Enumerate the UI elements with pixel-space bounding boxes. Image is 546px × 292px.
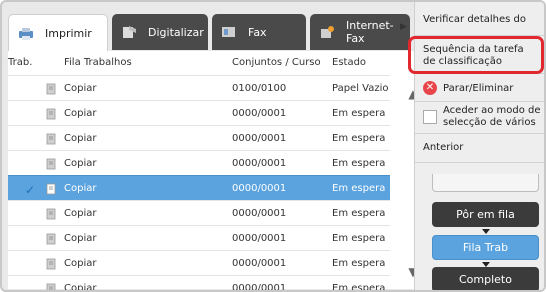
menu-item-label: selecção de vários	[443, 117, 536, 128]
checkbox-icon	[423, 110, 437, 124]
copy-job-icon	[46, 208, 56, 220]
hidden-button	[432, 174, 539, 192]
menu-collapse-icon[interactable]: ▶	[400, 22, 407, 32]
job-sets: 0000/0001	[232, 108, 287, 119]
col-header-status: Estado	[332, 57, 367, 68]
check-icon: ✓	[25, 183, 36, 197]
copy-job-icon	[46, 133, 56, 145]
job-sets: 0000/0001	[232, 183, 287, 194]
copy-job-icon	[46, 233, 56, 245]
tab-label: Digitalizar	[148, 25, 204, 39]
job-sets: 0000/0001	[232, 283, 287, 292]
job-name: Copiar	[64, 208, 97, 219]
job-name: Copiar	[64, 258, 97, 269]
job-status: Em espera	[332, 183, 386, 194]
job-sets: 0000/0001	[232, 158, 287, 169]
job-status-screen: Imprimir Digitalizar Fax Internet-Fax ▶ …	[0, 0, 546, 292]
job-status: Papel Vazio	[332, 83, 389, 94]
table-row[interactable]: Copiar 0000/0001 Em espera	[8, 250, 390, 275]
tab-print[interactable]: Imprimir	[8, 14, 108, 52]
stop-icon: ✕	[423, 81, 437, 95]
tab-label: Fax	[248, 25, 267, 39]
job-sets: 0000/0001	[232, 208, 287, 219]
divider	[415, 101, 544, 102]
job-name: Copiar	[64, 108, 97, 119]
copy-job-icon	[46, 183, 56, 195]
job-name: Copiar	[64, 233, 97, 244]
table-row[interactable]: Copiar 0000/0001 Em espera	[8, 275, 390, 292]
table-row[interactable]: Copiar 0000/0001 Em espera	[8, 225, 390, 250]
tab-label: Imprimir	[45, 27, 92, 40]
highlight-outline	[408, 36, 544, 74]
job-status: Em espera	[332, 233, 386, 244]
job-sets: 0000/0001	[232, 233, 287, 244]
job-sets: 0100/0100	[232, 83, 287, 94]
job-queue-list: Trab. Fila Trabalhos Conjuntos / Curso E…	[8, 51, 418, 292]
job-name: Copiar	[64, 183, 97, 194]
job-sets: 0000/0001	[232, 258, 287, 269]
job-status: Em espera	[332, 133, 386, 144]
divider	[415, 162, 544, 163]
tab-bar: Imprimir Digitalizar Fax Internet-Fax	[8, 14, 410, 52]
col-header-job: Trab.	[8, 57, 33, 68]
arrow-down-icon	[482, 229, 490, 234]
col-header-queue: Fila Trabalhos	[64, 57, 132, 68]
menu-item-stop-delete[interactable]: Parar/Eliminar	[443, 83, 513, 95]
scanner-icon	[120, 25, 138, 39]
job-status: Em espera	[332, 158, 386, 169]
tab-scan[interactable]: Digitalizar	[112, 14, 208, 50]
menu-item-multi-select[interactable]: Aceder ao modo de selecção de vários	[443, 105, 541, 129]
job-status: Em espera	[332, 283, 386, 292]
table-header: Trab. Fila Trabalhos Conjuntos / Curso E…	[8, 51, 408, 73]
copy-job-icon	[46, 108, 56, 120]
job-sets: 0000/0001	[232, 133, 287, 144]
job-name: Copiar	[64, 158, 97, 169]
job-status: Em espera	[332, 108, 386, 119]
table-row[interactable]: Copiar 0000/0001 Em espera	[8, 200, 390, 225]
copy-job-icon	[46, 283, 56, 290]
col-header-sets: Conjuntos / Curso	[232, 57, 321, 68]
job-name: Copiar	[64, 283, 97, 292]
internet-fax-icon	[318, 25, 336, 39]
copy-job-icon	[46, 258, 56, 270]
menu-item-previous[interactable]: Anterior	[423, 142, 463, 154]
complete-button[interactable]: Completo	[432, 267, 539, 290]
table-row[interactable]: Copiar 0100/0100 Papel Vazio	[8, 75, 390, 100]
spool-button[interactable]: Pôr em fila	[432, 202, 539, 227]
job-queue-button[interactable]: Fila Trab	[432, 235, 539, 260]
fax-icon	[220, 25, 238, 39]
copy-job-icon	[46, 158, 56, 170]
table-row[interactable]: Copiar 0000/0001 Em espera	[8, 150, 390, 175]
job-name: Copiar	[64, 133, 97, 144]
job-status: Em espera	[332, 208, 386, 219]
divider	[415, 133, 544, 134]
copy-job-icon	[46, 83, 56, 95]
job-name: Copiar	[64, 83, 97, 94]
table-row[interactable]: ✓ Copiar 0000/0001 Em espera	[8, 175, 390, 200]
menu-item-label: Aceder ao modo de	[443, 105, 541, 116]
tab-fax[interactable]: Fax	[212, 14, 306, 50]
menu-item-verify-details[interactable]: Verificar detalhes do	[423, 14, 526, 26]
job-status: Em espera	[332, 258, 386, 269]
tab-internet-fax[interactable]: Internet-Fax	[310, 14, 410, 50]
printer-icon	[17, 27, 35, 41]
table-row[interactable]: Copiar 0000/0001 Em espera	[8, 100, 390, 125]
table-row[interactable]: Copiar 0000/0001 Em espera	[8, 125, 390, 150]
